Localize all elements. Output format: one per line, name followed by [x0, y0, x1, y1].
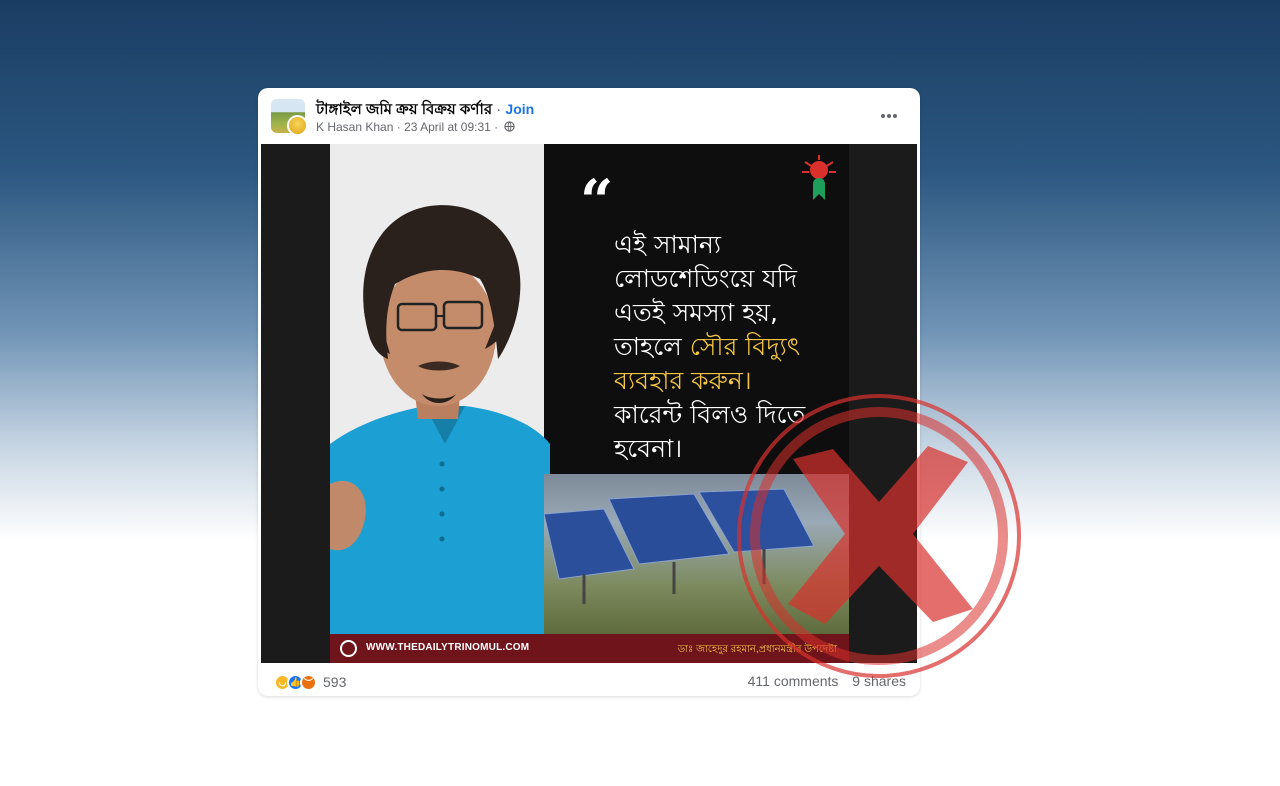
facebook-post-card: টাঙ্গাইল জমি ক্রয় বিক্রয় কর্ণার · Join… [258, 88, 920, 696]
post-timestamp[interactable]: 23 April at 09:31 [404, 120, 491, 134]
quote-line: এতই সমস্যা হয়, [614, 298, 778, 327]
quote-credit: ডাঃ জাহেদুর রহমান,প্রধানমন্ত্রীর উপদেষ্ট… [677, 644, 837, 655]
post-image[interactable]: “ এই সামান্য লোডশেডিংয়ে যদি এতই সমস্যা … [261, 144, 917, 663]
party-logo-icon [802, 155, 836, 200]
quote-poster: “ এই সামান্য লোডশেডিংয়ে যদি এতই সমস্যা … [330, 144, 849, 663]
globe-icon[interactable] [503, 121, 515, 132]
angry-icon: ︶ [300, 673, 317, 691]
shares-count-link[interactable]: 9 shares [852, 673, 906, 689]
quote-highlight-line: ব্যবহার করুন। [614, 366, 752, 395]
quote-line: এই সামান্য [614, 230, 722, 259]
separator: · [496, 101, 502, 118]
quote-line: লোডশেডিংয়ে যদি [614, 264, 797, 293]
dot-icon [887, 114, 891, 118]
website-globe-icon [340, 640, 357, 657]
quote-line: কারেন্ট বিলও দিতে [614, 400, 806, 429]
solar-panels-photo [544, 474, 849, 634]
person-photo [330, 205, 550, 639]
poster-footer: WWW.THEDAILYTRINOMUL.COM ডাঃ জাহেদুর রহম… [330, 634, 849, 663]
post-header: টাঙ্গাইল জমি ক্রয় বিক্রয় কর্ণার · Join… [258, 88, 920, 144]
author-name[interactable]: K Hasan Khan [316, 120, 393, 134]
quote-line: হবেনা। [614, 434, 683, 463]
user-avatar[interactable] [287, 115, 308, 136]
dot-icon [893, 114, 897, 118]
reaction-count: 593 [323, 674, 347, 690]
dot-icon [881, 114, 885, 118]
quote-highlight: সৌর বিদ্যুৎ [689, 332, 801, 361]
group-name-link[interactable]: টাঙ্গাইল জমি ক্রয় বিক্রয় কর্ণার [316, 101, 492, 118]
join-button[interactable]: Join [505, 101, 534, 117]
comments-count-link[interactable]: 411 comments [748, 673, 839, 689]
meta-separator: · [396, 120, 401, 134]
quote-text: এই সামান্য লোডশেডিংয়ে যদি এতই সমস্যা হয… [614, 228, 844, 466]
more-options-button[interactable] [876, 103, 902, 129]
quote-line-prefix: তাহলে [614, 332, 690, 361]
website-url: WWW.THEDAILYTRINOMUL.COM [366, 642, 530, 653]
solar-panels-illustration [544, 488, 815, 604]
quote-mark: “ [580, 167, 614, 235]
meta-separator-2: · [494, 120, 499, 134]
reactions-summary[interactable]: ◡ 👍 ︶ 593 [274, 672, 346, 692]
post-stats: 411 comments 9 shares [738, 673, 906, 689]
quote-line: তাহলে সৌর বিদ্যুৎ [614, 330, 844, 364]
post-meta: K Hasan Khan · 23 April at 09:31 · [316, 120, 515, 134]
